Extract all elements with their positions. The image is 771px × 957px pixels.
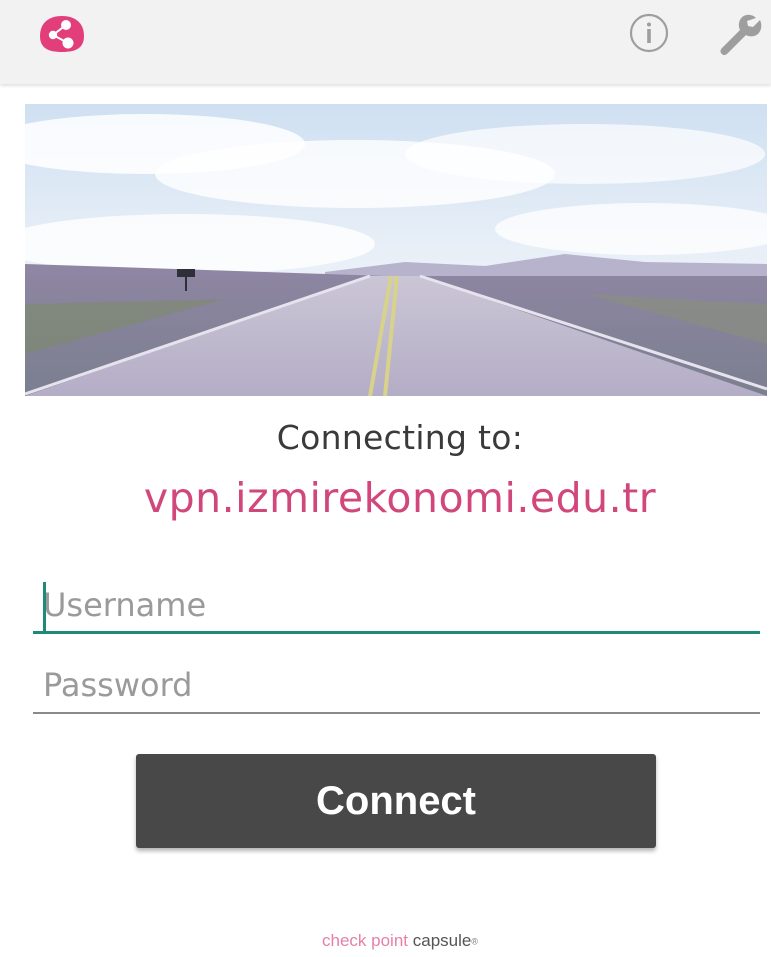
brand-name-part1: check point: [322, 931, 408, 950]
app-bar: [0, 0, 771, 84]
connect-button[interactable]: Connect: [136, 754, 656, 848]
username-input[interactable]: [33, 582, 760, 628]
connecting-label: Connecting to:: [276, 418, 524, 457]
registered-mark: ®: [471, 936, 478, 947]
check-point-capsule-logo-icon: [36, 14, 88, 54]
vpn-login-screen: Connecting to: vpn.izmirekonomi.edu.tr C…: [0, 0, 771, 957]
password-input[interactable]: [33, 662, 760, 708]
wrench-icon[interactable]: [716, 10, 764, 58]
brand-footer: check point capsule®: [0, 931, 771, 951]
brand-name-part2: capsule: [412, 931, 472, 950]
hero-road-image: [25, 104, 767, 396]
text-cursor: [43, 582, 46, 632]
username-underline: [33, 631, 760, 634]
username-field[interactable]: [33, 582, 760, 634]
server-address: vpn.izmirekonomi.edu.tr: [143, 474, 657, 522]
password-underline: [33, 712, 760, 714]
info-icon[interactable]: [628, 12, 670, 54]
password-field[interactable]: [33, 662, 760, 714]
